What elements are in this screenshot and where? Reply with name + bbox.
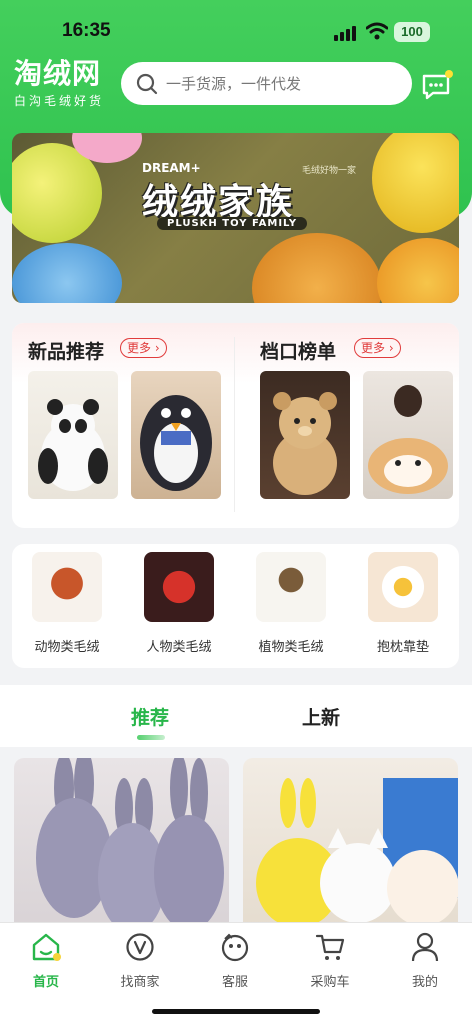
wifi-icon xyxy=(366,22,388,40)
cart-icon xyxy=(315,934,345,960)
stall-ranking-title: 档口榜单 xyxy=(260,341,337,363)
potted-plant-icon xyxy=(256,552,326,622)
service-icon xyxy=(221,933,249,962)
category-plant[interactable]: 植物类毛绒 xyxy=(241,552,341,655)
category-label: 抱枕靠垫 xyxy=(376,640,429,655)
category-label: 动物类毛绒 xyxy=(34,640,100,655)
tab-recommend[interactable]: 推荐 xyxy=(131,703,169,730)
logo-slogan: 白沟毛绒好货 xyxy=(14,94,105,108)
logo-text: 淘绒网 xyxy=(14,57,102,90)
plush-group-image xyxy=(256,778,458,928)
category-label: 植物类毛绒 xyxy=(258,640,324,655)
product-thumb-bear[interactable] xyxy=(260,371,350,499)
santa-icon xyxy=(144,552,214,622)
merchant-icon xyxy=(126,933,154,961)
search-placeholder: 一手货源，一件代发 xyxy=(166,75,302,93)
battery-indicator: 100 xyxy=(394,22,430,42)
tab-new[interactable]: 上新 xyxy=(302,703,340,730)
nav-profile[interactable]: 我的 xyxy=(385,931,465,990)
category-animal[interactable]: 动物类毛绒 xyxy=(17,552,117,655)
stall-ranking-more-button[interactable]: 更多 › xyxy=(354,338,401,358)
message-button[interactable] xyxy=(421,70,453,102)
banner-tag: 毛绒好物一家 xyxy=(302,166,357,176)
feed-tabs: 推荐 上新 xyxy=(0,685,472,747)
product-card-bunnies[interactable] xyxy=(14,758,229,928)
promo-banner[interactable]: DREAM+ 毛绒好物一家 绒绒家族 PLUSKH TOY FAMILY xyxy=(12,133,459,303)
panel-divider xyxy=(234,337,235,512)
shiba-pillow-image xyxy=(368,385,448,494)
search-icon xyxy=(136,73,158,94)
penguin-plush-image xyxy=(140,395,212,491)
category-label: 人物类毛绒 xyxy=(146,640,212,655)
product-thumb-penguin[interactable] xyxy=(131,371,221,499)
banner-blue-ball xyxy=(12,243,122,303)
product-card-plush-group[interactable] xyxy=(243,758,458,928)
nav-cart[interactable]: 采购车 xyxy=(290,931,370,990)
banner-dotted-ball xyxy=(372,133,459,233)
search-bar[interactable]: 一手货源，一件代发 xyxy=(121,62,412,105)
category-grid: 动物类毛绒 人物类毛绒 植物类毛绒 抱枕靠垫 xyxy=(12,544,459,668)
banner-orange-ball xyxy=(377,238,459,303)
banner-bear-ears xyxy=(252,233,382,303)
bunny-plush-image xyxy=(36,758,224,928)
home-indicator xyxy=(152,1009,320,1014)
nav-home[interactable]: 首页 xyxy=(6,931,86,990)
new-arrivals-title: 新品推荐 xyxy=(28,341,105,363)
cellular-signal-icon xyxy=(334,25,360,41)
status-bar: 16:35 100 xyxy=(0,0,472,56)
red-panda-icon xyxy=(32,552,102,622)
teddy-bear-image xyxy=(273,392,337,495)
app-logo[interactable]: 淘绒网 白沟毛绒好货 xyxy=(14,58,104,109)
new-arrivals-more-button[interactable]: 更多 › xyxy=(120,338,167,358)
recommend-panel: 新品推荐 更多 › 档口榜单 更多 › xyxy=(12,323,459,528)
product-thumb-shiba[interactable] xyxy=(363,371,453,499)
panda-plush-image xyxy=(38,399,108,491)
active-tab-indicator xyxy=(137,735,165,740)
category-pillow[interactable]: 抱枕靠垫 xyxy=(353,552,453,655)
user-icon xyxy=(411,932,439,962)
nav-customer-service[interactable]: 客服 xyxy=(195,931,275,990)
home-icon xyxy=(32,933,61,961)
status-time: 16:35 xyxy=(62,20,111,41)
category-character[interactable]: 人物类毛绒 xyxy=(129,552,229,655)
notification-dot xyxy=(445,70,453,78)
banner-subtitle: PLUSKH TOY FAMILY xyxy=(157,217,308,230)
nav-merchants[interactable]: 找商家 xyxy=(100,931,180,990)
flower-pillow-icon xyxy=(368,552,438,622)
product-thumb-panda[interactable] xyxy=(28,371,118,499)
